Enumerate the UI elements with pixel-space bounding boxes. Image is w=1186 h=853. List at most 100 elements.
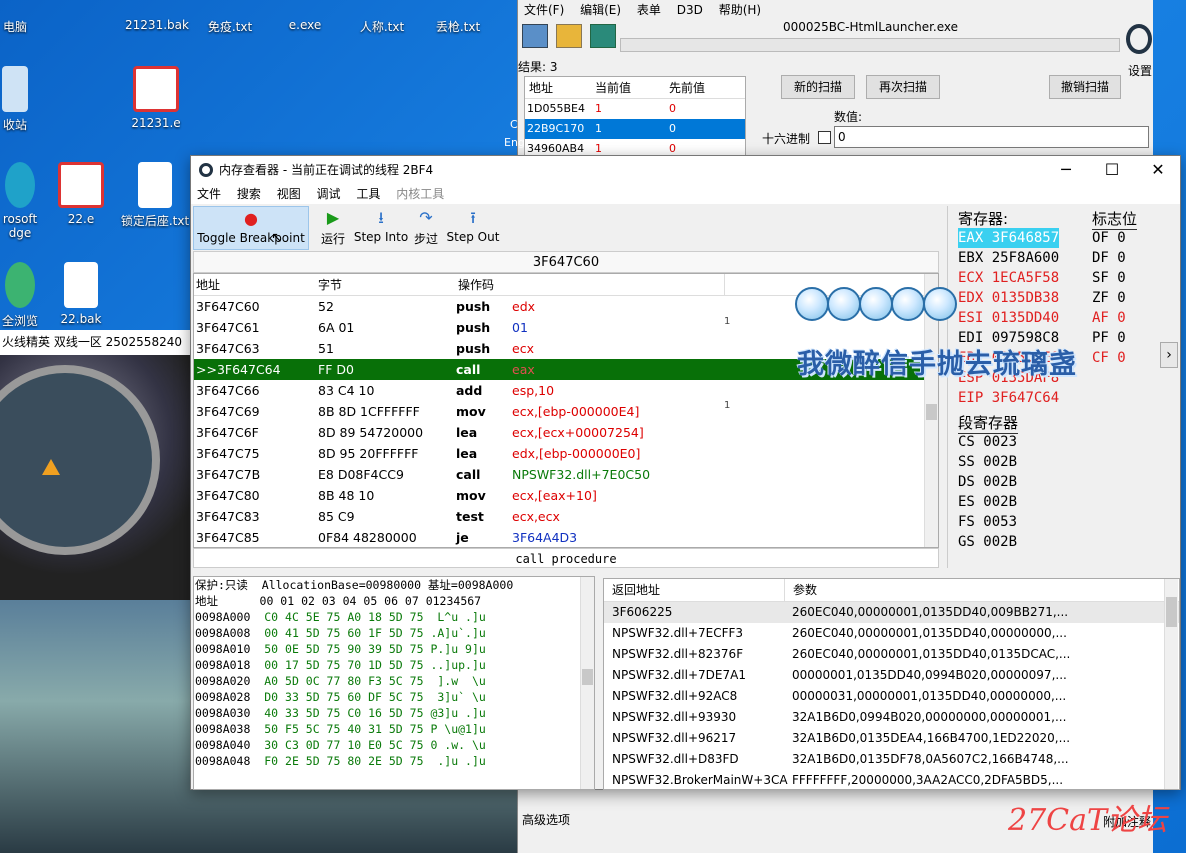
step-out-button[interactable]: ⭱ Step Out [445, 206, 501, 250]
desktop-icon-mianyi[interactable]: 免疫.txt [200, 18, 260, 35]
stack-row[interactable]: NPSWF32.dll+7ECFF3 260EC040,00000001,0135… [604, 623, 1179, 644]
expand-registers-button[interactable]: › [1160, 342, 1178, 368]
dis-bytes: 0F84 48280000 [318, 530, 417, 545]
dis-col-opcode[interactable]: 操作码 [456, 274, 724, 295]
dis-row[interactable]: 3F647C85 0F84 48280000 je 3F64A4D3 [194, 527, 938, 547]
dis-row[interactable]: 3F647C7B E8 D08F4CC9 call NPSWF32.dll+7E0C5… [194, 464, 938, 485]
debug-toolbar: ● Toggle Breakpoint ▶ 运行 ⭳ Step Into ↷ 步… [193, 206, 503, 252]
mv-menu-tools[interactable]: 工具 [356, 187, 380, 201]
dis-row[interactable]: 3F647C75 8D 95 20FFFFFF lea edx,[ebp-000000… [194, 443, 938, 464]
found-address-list[interactable]: 地址 当前值 先前值 1D055BE4 1 0 22B9C170 1 0 34960AB… [524, 76, 746, 156]
settings-label[interactable]: 设置 [1128, 62, 1152, 79]
stack-row[interactable]: NPSWF32.dll+82376F 260EC040,00000001,0135… [604, 644, 1179, 665]
step-over-button[interactable]: ↷ 步过 [413, 206, 439, 250]
ce-menu-d3d[interactable]: D3D [677, 3, 703, 17]
stack-row[interactable]: 3F606225 260EC040,00000001,0135DD40,009BB… [604, 602, 1179, 623]
desktop-icon-browser[interactable]: 全浏览 [0, 262, 40, 329]
col-current[interactable]: 当前值 [595, 77, 669, 98]
dis-row[interactable]: 3F647C66 83 C4 10 add esp,10 [194, 380, 938, 401]
desktop-icon-computer[interactable]: 电脑 [0, 18, 30, 35]
undo-scan-button[interactable]: 撤销扫描 [1049, 75, 1121, 99]
list-row-selected[interactable]: 22B9C170 1 0 [525, 119, 745, 139]
desktop-icon-suoding[interactable]: 锁定后座.txt [118, 162, 192, 229]
dis-col-bytes[interactable]: 字节 [316, 274, 456, 295]
next-scan-button[interactable]: 再次扫描 [866, 75, 940, 99]
minimize-button[interactable]: ─ [1043, 156, 1089, 184]
dis-rows: 3F647C60 52 push edx 3F647C61 6A 01 push 01 3F64… [194, 296, 938, 547]
segment-name: FS [958, 514, 975, 530]
mv-menu-search[interactable]: 搜索 [237, 187, 261, 201]
hex-checkbox[interactable] [818, 131, 831, 144]
toggle-breakpoint-button[interactable]: ● Toggle Breakpoint [193, 206, 309, 250]
col-previous[interactable]: 先前值 [669, 77, 739, 98]
col-address[interactable]: 地址 [525, 77, 595, 98]
hex-address: 0098A030 [195, 706, 251, 720]
save-icon[interactable] [589, 24, 616, 48]
desktop-icon-21231-bak[interactable]: 21231.bak [122, 18, 192, 32]
flag-row: PF 0 [1092, 328, 1126, 348]
mv-menu-debug[interactable]: 调试 [317, 187, 341, 201]
desktop-icon-diuqiang[interactable]: 丢枪.txt [428, 18, 488, 35]
list-row[interactable]: 1D055BE4 1 0 [525, 99, 745, 119]
mv-menu-view[interactable]: 视图 [277, 187, 301, 201]
desktop-icon-rencheng[interactable]: 人称.txt [352, 18, 412, 35]
desktop-icon-22-e[interactable]: 22.e [56, 162, 106, 226]
scroll-thumb[interactable] [926, 404, 937, 420]
desktop-icon-recycle[interactable]: 收站 [0, 66, 30, 133]
stack-col-return[interactable]: 返回地址 [604, 579, 784, 601]
close-button[interactable]: ✕ [1135, 156, 1181, 184]
new-scan-button[interactable]: 新的扫描 [781, 75, 855, 99]
run-button[interactable]: ▶ 运行 [319, 206, 347, 250]
desktop-icon-21231-e[interactable]: 21231.e [128, 66, 184, 130]
dis-opcode: push [456, 299, 491, 314]
hex-view[interactable]: 保护:只读 AllocationBase=00980000 基址=0098A00… [193, 576, 595, 790]
hex-label: 十六进制 [762, 132, 811, 146]
stack-row[interactable]: NPSWF32.dll+96217 32A1B6D0,0135DEA4,166B4… [604, 728, 1179, 749]
hex-ascii: L^u .]u [430, 610, 486, 624]
decorative-bubbles [795, 287, 957, 321]
stack-col-params[interactable]: 参数 [784, 579, 1179, 601]
segment-row: SS 002B [958, 452, 1017, 472]
hex-row: 0098A020 A0 5D 0C 77 80 F3 5C 75 ].w \u [194, 673, 594, 689]
scroll-thumb[interactable] [582, 669, 593, 685]
stack-row[interactable]: NPSWF32.dll+92AC8 00000031,00000001,0135D… [604, 686, 1179, 707]
stack-row[interactable]: NPSWF32.BrokerMainW+3CA FFFFFFFF,20000000… [604, 770, 1179, 789]
hex-bytes: 00 17 5D 75 70 1D 5D 75 [264, 658, 424, 672]
flag-row: SF 0 [1092, 268, 1126, 288]
select-process-icon[interactable] [522, 24, 548, 48]
dis-row[interactable]: 3F647C83 85 C9 test ecx,ecx [194, 506, 938, 527]
flag-name: ZF [1092, 290, 1109, 306]
hex-row: 0098A038 50 F5 5C 75 40 31 5D 75 P \u@1]… [194, 721, 594, 737]
stack-row[interactable]: NPSWF32.dll+D83FD 32A1B6D0,0135DF78,0A560… [604, 749, 1179, 770]
stack-row[interactable]: NPSWF32.dll+7DE7A1 00000001,0135DD40,0994… [604, 665, 1179, 686]
ce-menu-file[interactable]: 文件(F) [524, 3, 564, 17]
current-address-bar[interactable]: 3F647C60 [193, 251, 939, 273]
dis-row[interactable]: 3F647C80 8B 48 10 mov ecx,[eax+10] [194, 485, 938, 506]
flag-value: 0 [1117, 330, 1126, 346]
step-into-button[interactable]: ⭳ Step Into [353, 206, 409, 250]
ce-menu-help[interactable]: 帮助(H) [719, 3, 761, 17]
desktop-icon-e-exe[interactable]: e.exe [280, 18, 330, 32]
hex-ascii: .]u .]u [430, 754, 486, 768]
ce-menu-table[interactable]: 表单 [637, 3, 661, 17]
flag-name: OF [1092, 230, 1109, 246]
open-folder-icon[interactable] [555, 24, 582, 48]
desktop-icon-22-bak[interactable]: 22.bak [56, 262, 106, 326]
hex-address: 0098A028 [195, 690, 251, 704]
value-input[interactable]: 0 [834, 126, 1149, 148]
dis-row[interactable]: 3F647C6F 8D 89 54720000 lea ecx,[ecx+000072… [194, 422, 938, 443]
ce-logo-icon[interactable] [1126, 24, 1152, 54]
dis-col-address[interactable]: 地址 [194, 274, 316, 295]
stack-scrollbar[interactable] [1164, 579, 1178, 789]
dis-row[interactable]: 3F647C69 8B 8D 1CFFFFFF mov ecx,[ebp-000000… [194, 401, 938, 422]
hex-scrollbar[interactable] [580, 577, 594, 789]
desktop-icon-edge[interactable]: rosoft dge [0, 162, 40, 240]
maximize-button[interactable]: ☐ [1089, 156, 1135, 184]
stack-row[interactable]: NPSWF32.dll+93930 32A1B6D0,0994B020,00000… [604, 707, 1179, 728]
register-value: 3F647C64 [991, 390, 1060, 406]
scroll-thumb[interactable] [1166, 597, 1177, 627]
mv-menu-kernel[interactable]: 内核工具 [396, 187, 444, 201]
ce-menu-edit[interactable]: 编辑(E) [580, 3, 621, 17]
mv-menu-file[interactable]: 文件 [197, 187, 221, 201]
call-stack-view[interactable]: 返回地址 参数 3F606225 260EC040,00000001,0135DD… [603, 578, 1180, 790]
